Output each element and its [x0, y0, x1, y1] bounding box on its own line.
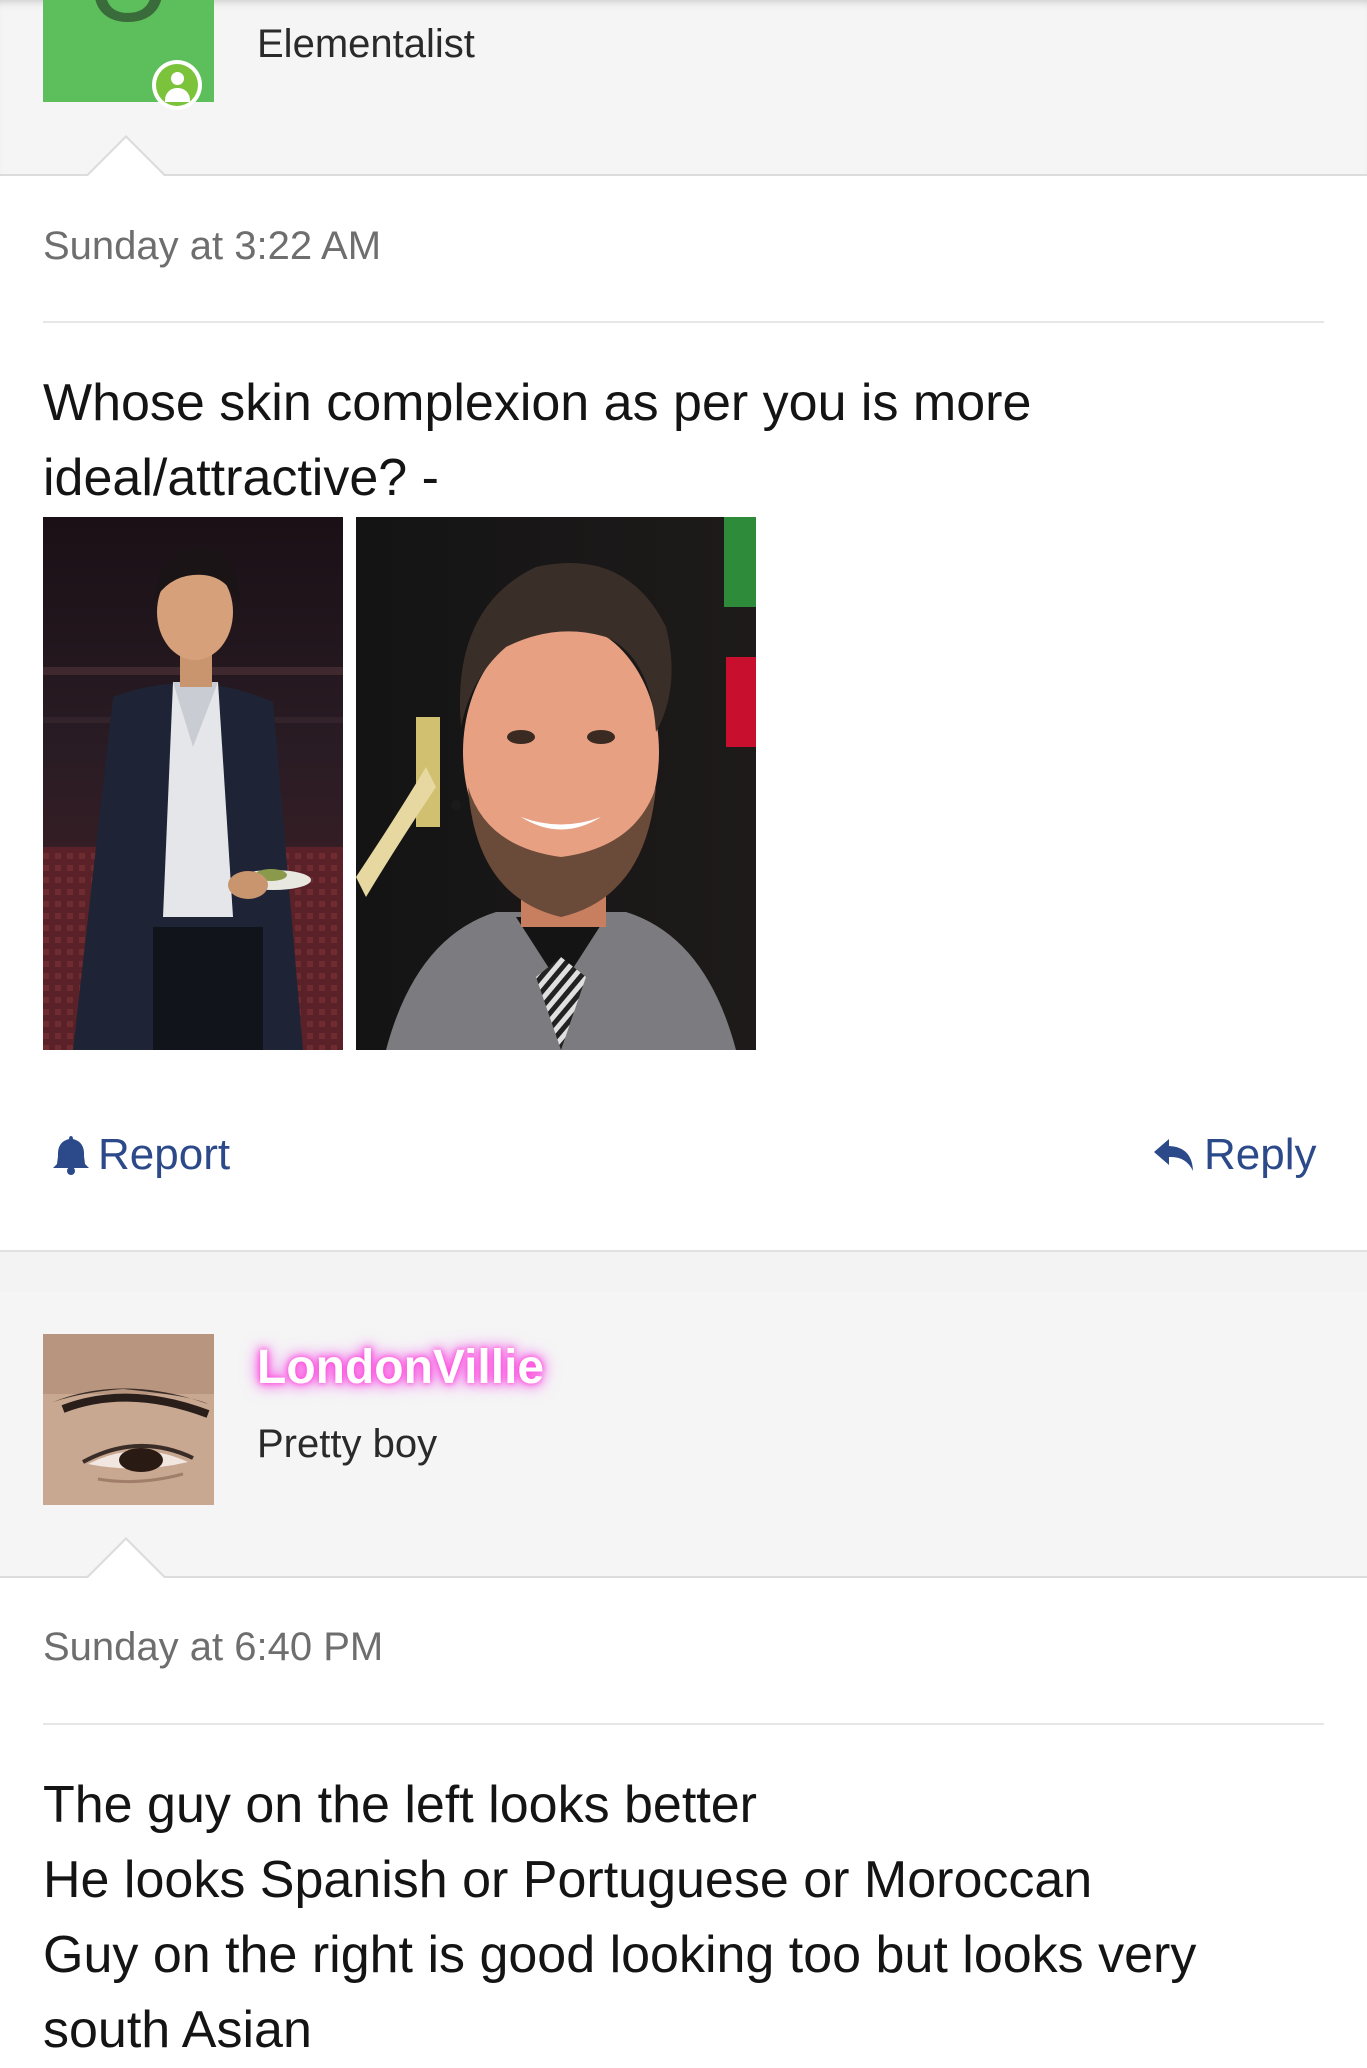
- reply-label: Reply: [1204, 1130, 1317, 1179]
- post-text-line: south Asian: [43, 2001, 312, 2059]
- photo-bearded-man: [356, 517, 756, 1050]
- post-image-left[interactable]: [43, 517, 343, 1050]
- avatar[interactable]: [43, 1334, 214, 1505]
- avatar-letter: U: [43, 0, 214, 49]
- header-notch: [86, 1537, 166, 1578]
- post-text-line: ideal/attractive? -: [43, 449, 439, 507]
- bell-icon: [53, 1136, 89, 1175]
- online-status-icon: [152, 60, 202, 110]
- avatar-eye-photo: [43, 1334, 214, 1505]
- report-label: Report: [98, 1130, 231, 1179]
- post-image-right[interactable]: [356, 517, 756, 1050]
- divider: [43, 1723, 1324, 1725]
- header-notch: [86, 135, 166, 176]
- photo-man-in-suit: [43, 517, 343, 1050]
- post-timestamp[interactable]: Sunday at 3:22 AM: [43, 224, 381, 269]
- report-button[interactable]: Report: [52, 1130, 230, 1180]
- divider: [43, 321, 1324, 323]
- post-text-line: Guy on the right is good looking too but…: [43, 1926, 1197, 1984]
- post-text-line: Whose skin complexion as per you is more: [43, 374, 1032, 432]
- username-link[interactable]: Elementalist: [257, 22, 475, 67]
- reply-button[interactable]: Reply: [1152, 1130, 1317, 1180]
- post-text-line: He looks Spanish or Portuguese or Morocc…: [43, 1851, 1093, 1909]
- post-body: The guy on the left looks better He look…: [43, 1768, 1324, 2068]
- user-title: Pretty boy: [257, 1422, 438, 1466]
- post-text-line: The guy on the left looks better: [43, 1776, 757, 1834]
- reply-arrow-icon: [1154, 1139, 1193, 1171]
- username-link[interactable]: LondonVillie: [257, 1340, 544, 1395]
- post-separator: [0, 1250, 1367, 1294]
- post-body: Whose skin complexion as per you is more…: [43, 366, 1324, 516]
- post-timestamp[interactable]: Sunday at 6:40 PM: [43, 1625, 383, 1670]
